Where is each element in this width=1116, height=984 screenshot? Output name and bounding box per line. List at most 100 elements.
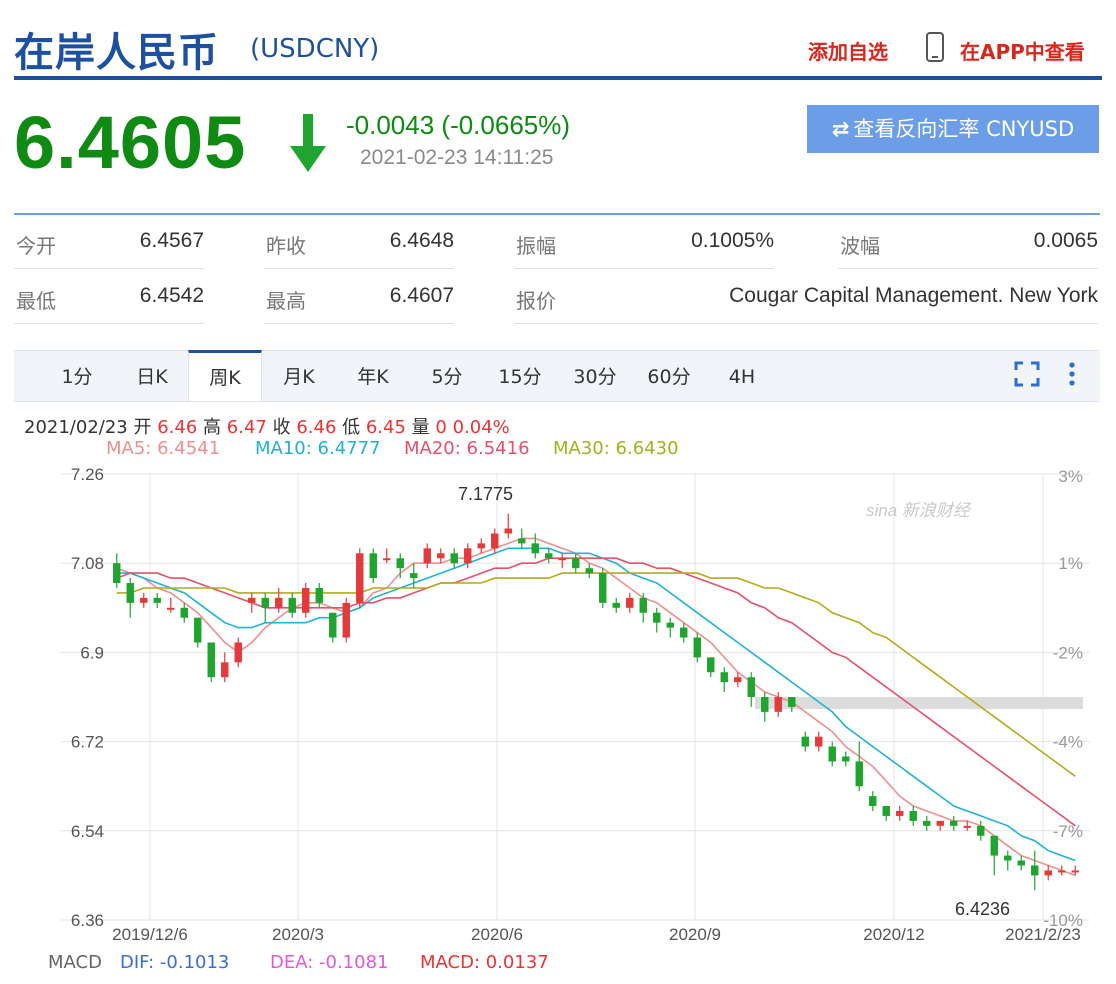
header-divider [14,76,1102,80]
candle-body [437,553,445,559]
info-open: 6.46 [157,417,198,438]
candle-body [153,597,161,603]
quote-timestamp: 2021-02-23 14:11:25 [360,146,554,169]
stat-prevclose-value: 6.4648 [389,229,454,252]
currency-code: (USDCNY) [250,34,380,64]
tab-1min[interactable]: 1分 [50,350,104,400]
ma20-value: MA20: 6.5416 [404,438,530,459]
candle-body [180,607,188,618]
reverse-rate-button[interactable]: ⇄ 查看反向汇率 CNYUSD [807,105,1099,153]
candle-body [1058,870,1066,873]
candle-body [734,677,742,683]
candle-body [1017,860,1025,866]
stat-row-divider [514,268,774,269]
watermark: sina 新浪财经 [866,501,972,520]
candle-body [126,583,134,603]
info-open-label: 开 [133,417,152,438]
tab-4h[interactable]: 4H [716,350,768,400]
macd-label: MACD [48,952,102,973]
candle-body [842,756,850,762]
add-watchlist-link[interactable]: 添加自选 [808,36,888,65]
candle-body [801,736,809,747]
tab-weekly-k[interactable]: 周K [188,350,262,401]
tab-5min[interactable]: 5分 [420,350,474,400]
stat-row-divider [14,268,204,269]
candle-body [288,597,296,613]
candle-body [1071,870,1079,873]
annotation-high: 7.1775 [458,484,513,504]
stat-row-divider [514,323,1098,324]
tab-daily-k[interactable]: 日K [124,350,180,400]
candle-body [963,825,971,828]
ohlc-info-line: 2021/02/23 开 6.46 高 6.47 收 6.46 低 6.45 量… [24,413,510,439]
y-tick-label: 6.72 [71,733,104,752]
candle-body [491,533,499,549]
page-title: 在岸人民币 [14,30,219,76]
fullscreen-icon[interactable] [1014,361,1040,387]
info-date: 2021/02/23 [24,417,128,438]
pct-tick-label: -7% [1053,822,1083,841]
x-tick-label: 2020/12 [863,925,924,944]
more-options-icon[interactable] [1064,360,1080,388]
candle-body [140,597,148,603]
tab-30min[interactable]: 30分 [566,350,624,400]
candle-body [896,810,904,816]
reference-band [755,697,1083,709]
view-in-app-link[interactable]: 在APP中查看 [960,36,1085,65]
stat-row-divider [264,268,454,269]
info-high-label: 高 [203,417,222,438]
candle-body [572,558,580,569]
candle-body [207,642,215,678]
candle-body [315,587,323,603]
candle-body [774,697,782,712]
ma5-value: MA5: 6.4541 [106,438,221,459]
candle-body [693,637,701,658]
down-arrow-icon [290,114,326,172]
candle-body [612,602,620,608]
info-high: 6.47 [226,417,267,438]
candle-body [936,820,944,826]
candle-body [518,538,526,544]
tab-60min[interactable]: 60分 [640,350,698,400]
stats-divider [14,213,1100,215]
candle-body [504,528,512,534]
price-change: -0.0043 (-0.0665%) [346,110,571,140]
current-price: 6.4605 [14,101,247,184]
ma-line-ma30 [116,572,1076,777]
y-tick-label: 6.36 [71,911,104,930]
candle-body [639,597,647,613]
candle-body [747,677,755,697]
candle-body [423,548,431,564]
candle-body [275,597,283,608]
tab-yearly-k[interactable]: 年K [344,350,402,400]
swap-icon: ⇄ [831,117,850,141]
candle-body [1044,870,1052,876]
stat-open-label: 今开 [16,234,56,258]
candle-body [329,612,337,638]
candle-body [855,761,863,787]
candle-body [909,810,917,821]
candle-body [477,543,485,549]
candle-body [356,553,364,603]
stat-open-value: 6.4567 [139,229,204,252]
macd-value: MACD: 0.0137 [420,952,549,973]
stat-amplitude-label: 振幅 [516,234,556,258]
tab-15min[interactable]: 15分 [490,350,550,400]
candle-body [720,672,728,683]
info-low-label: 低 [342,417,361,438]
candle-body [194,617,202,643]
candle-body [342,602,350,638]
candle-body [396,558,404,569]
tab-monthly-k[interactable]: 月K [270,350,328,400]
stat-row-divider [14,323,204,324]
info-close: 6.46 [296,417,337,438]
stat-high-label: 最高 [266,289,306,313]
candle-body [828,746,836,762]
candle-body [977,825,985,836]
candle-body [234,642,242,663]
candle-body [761,697,769,712]
candle-body [450,553,458,564]
info-vol: 0 [435,417,447,438]
stat-row-divider [838,268,1098,269]
candle-body [1031,865,1039,876]
